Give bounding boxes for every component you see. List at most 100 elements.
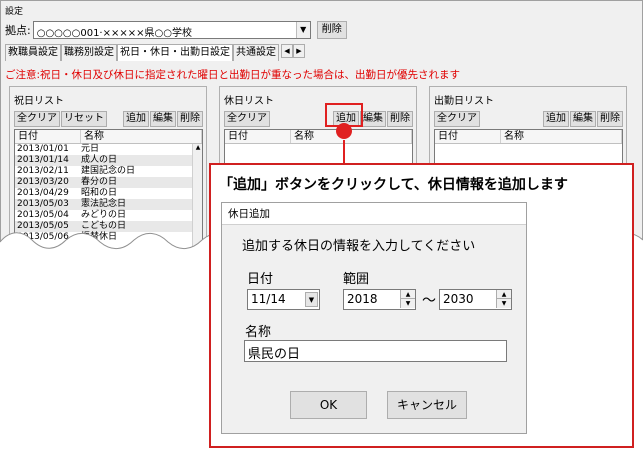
tab-common[interactable]: 共通設定: [233, 44, 279, 61]
spin-down-icon[interactable]: ▼: [496, 299, 511, 308]
holiday-scrollbar[interactable]: ▲: [192, 144, 202, 288]
dialog-prompt: 追加する休日の情報を入力してください: [242, 239, 476, 254]
callout-connector: [343, 140, 345, 164]
table-row[interactable]: 2013/05/05 こどもの日: [15, 221, 202, 232]
tab-holiday-settings[interactable]: 祝日・休日・出勤日設定: [117, 44, 233, 61]
spin-down-icon[interactable]: ▼: [400, 299, 415, 308]
tab-scroll: ◀ ▶: [281, 44, 305, 61]
workday-left-buttons: 全クリア: [434, 111, 481, 127]
holiday-reset-button[interactable]: リセット: [61, 111, 107, 127]
priority-notice: ご注意:祝日・休日及び休日に指定された曜日と出勤日が重なった場合は、出勤日が優先…: [5, 69, 461, 81]
base-label: 拠点:: [5, 24, 31, 37]
callout-heading: 「追加」ボタンをクリックして、休日情報を追加します: [219, 177, 568, 193]
row-name: 成人の日: [81, 155, 118, 165]
range-from-value: 2018: [347, 292, 378, 306]
name-input[interactable]: 県民の日: [244, 340, 507, 362]
dayoff-delete-button[interactable]: 削除: [387, 111, 413, 127]
dayoff-edit-button[interactable]: 編集: [360, 111, 386, 127]
col-date-header[interactable]: 日付: [15, 130, 81, 143]
chevron-down-icon[interactable]: ▼: [305, 292, 318, 307]
col-name-header[interactable]: 名称: [501, 130, 622, 143]
range-to-stepper[interactable]: 2030 ▲ ▼: [439, 289, 512, 310]
name-label: 名称: [245, 325, 272, 340]
holiday-delete-button[interactable]: 削除: [177, 111, 203, 127]
workday-add-button[interactable]: 追加: [543, 111, 569, 127]
holiday-clear-all-button[interactable]: 全クリア: [14, 111, 60, 127]
row-name: 春分の日: [81, 177, 118, 187]
table-row[interactable]: 2013/05/06 振替休日: [15, 232, 202, 243]
holiday-edit-button[interactable]: 編集: [150, 111, 176, 127]
chevron-right-icon[interactable]: ▶: [293, 44, 305, 58]
date-select-value: 11/14: [251, 292, 286, 306]
row-name: みどりの日: [81, 210, 127, 220]
dayoff-clear-all-button[interactable]: 全クリア: [224, 111, 270, 127]
table-row[interactable]: 2013/02/11 建国記念の日: [15, 166, 202, 177]
row-date: 2013/03/20: [17, 177, 69, 187]
col-date-header[interactable]: 日付: [225, 130, 291, 143]
table-row[interactable]: 2013/05/04 みどりの日: [15, 210, 202, 221]
scroll-up-icon[interactable]: ▲: [193, 144, 202, 154]
row-date: 2013/05/06: [17, 232, 69, 242]
range-to-value: 2030: [443, 292, 474, 306]
base-row: 拠点: ○○○○○001·×××××県○○学校 ▼ 削除: [5, 21, 347, 39]
tab-duty[interactable]: 職務別設定: [61, 44, 117, 61]
col-name-header[interactable]: 名称: [81, 130, 202, 143]
holiday-list-title: 祝日リスト: [14, 96, 64, 107]
workday-right-buttons: 追加 編集 削除: [543, 111, 624, 127]
ok-button[interactable]: OK: [290, 391, 367, 419]
base-select-value: ○○○○○001·×××××県○○学校: [36, 28, 192, 39]
row-name: 建国記念の日: [81, 166, 136, 176]
holiday-right-buttons: 追加 編集 削除: [123, 111, 204, 127]
base-delete-button[interactable]: 削除: [316, 21, 347, 39]
table-header: 日付 名称: [15, 130, 202, 144]
row-date: 2013/04/29: [17, 188, 69, 198]
table-row[interactable]: 2013/04/29 昭和の日: [15, 188, 202, 199]
workday-clear-all-button[interactable]: 全クリア: [434, 111, 480, 127]
row-name: 昭和の日: [81, 188, 118, 198]
dayoff-list-title: 休日リスト: [224, 96, 274, 107]
workday-edit-button[interactable]: 編集: [570, 111, 596, 127]
row-date: 2013/05/05: [17, 221, 69, 231]
add-dayoff-dialog: 休日追加 追加する休日の情報を入力してください 日付 範囲 11/14 ▼ 20…: [221, 202, 527, 434]
table-row[interactable]: 2013/01/14 成人の日: [15, 155, 202, 166]
table-row[interactable]: 2013/03/20 春分の日: [15, 177, 202, 188]
spin-up-icon[interactable]: ▲: [496, 290, 511, 299]
workday-delete-button[interactable]: 削除: [597, 111, 623, 127]
range-separator: 〜: [422, 293, 436, 309]
date-select[interactable]: 11/14 ▼: [247, 289, 320, 310]
dayoff-left-buttons: 全クリア: [224, 111, 271, 127]
row-name: 元日: [81, 144, 100, 154]
holiday-left-buttons: 全クリア リセット: [14, 111, 108, 127]
tab-bar: 教職員設定 職務別設定 祝日・休日・出勤日設定 共通設定 ◀ ▶: [5, 44, 305, 61]
table-header: 日付 名称: [225, 130, 412, 144]
table-header: 日付 名称: [435, 130, 622, 144]
chevron-left-icon[interactable]: ◀: [281, 44, 293, 58]
tab-staff[interactable]: 教職員設定: [5, 44, 61, 61]
base-select[interactable]: ○○○○○001·×××××県○○学校 ▼: [32, 21, 311, 39]
row-date: 2013/05/03: [17, 199, 69, 209]
holiday-list-panel: 祝日リスト 全クリア リセット 追加 編集 削除 日付 名称 2013/01/0…: [9, 86, 207, 296]
row-name: こどもの日: [81, 221, 127, 231]
window-title: 設定: [5, 7, 24, 17]
table-row[interactable]: 2013/05/03 憲法記念日: [15, 199, 202, 210]
row-date: 2013/02/11: [17, 166, 69, 176]
workday-list-title: 出勤日リスト: [434, 96, 494, 107]
holiday-add-button[interactable]: 追加: [123, 111, 149, 127]
row-date: 2013/01/01: [17, 144, 69, 154]
range-label: 範囲: [343, 272, 370, 287]
row-name: 振替休日: [81, 232, 118, 242]
range-from-stepper[interactable]: 2018 ▲ ▼: [343, 289, 416, 310]
holiday-table[interactable]: 日付 名称 2013/01/01 元日 2013/01/14 成人の日 2013/0…: [14, 129, 203, 289]
row-date: 2013/05/04: [17, 210, 69, 220]
dialog-title: 休日追加: [222, 203, 526, 225]
callout-dot-icon: [336, 123, 352, 139]
cancel-button[interactable]: キャンセル: [387, 391, 467, 419]
callout-panel: 「追加」ボタンをクリックして、休日情報を追加します 休日追加 追加する休日の情報…: [209, 163, 634, 448]
spin-up-icon[interactable]: ▲: [400, 290, 415, 299]
col-date-header[interactable]: 日付: [435, 130, 501, 143]
row-name: 憲法記念日: [81, 199, 127, 209]
row-date: 2013/01/14: [17, 155, 69, 165]
table-row[interactable]: 2013/01/01 元日: [15, 144, 202, 155]
date-label: 日付: [247, 272, 274, 287]
chevron-down-icon[interactable]: ▼: [295, 22, 310, 38]
